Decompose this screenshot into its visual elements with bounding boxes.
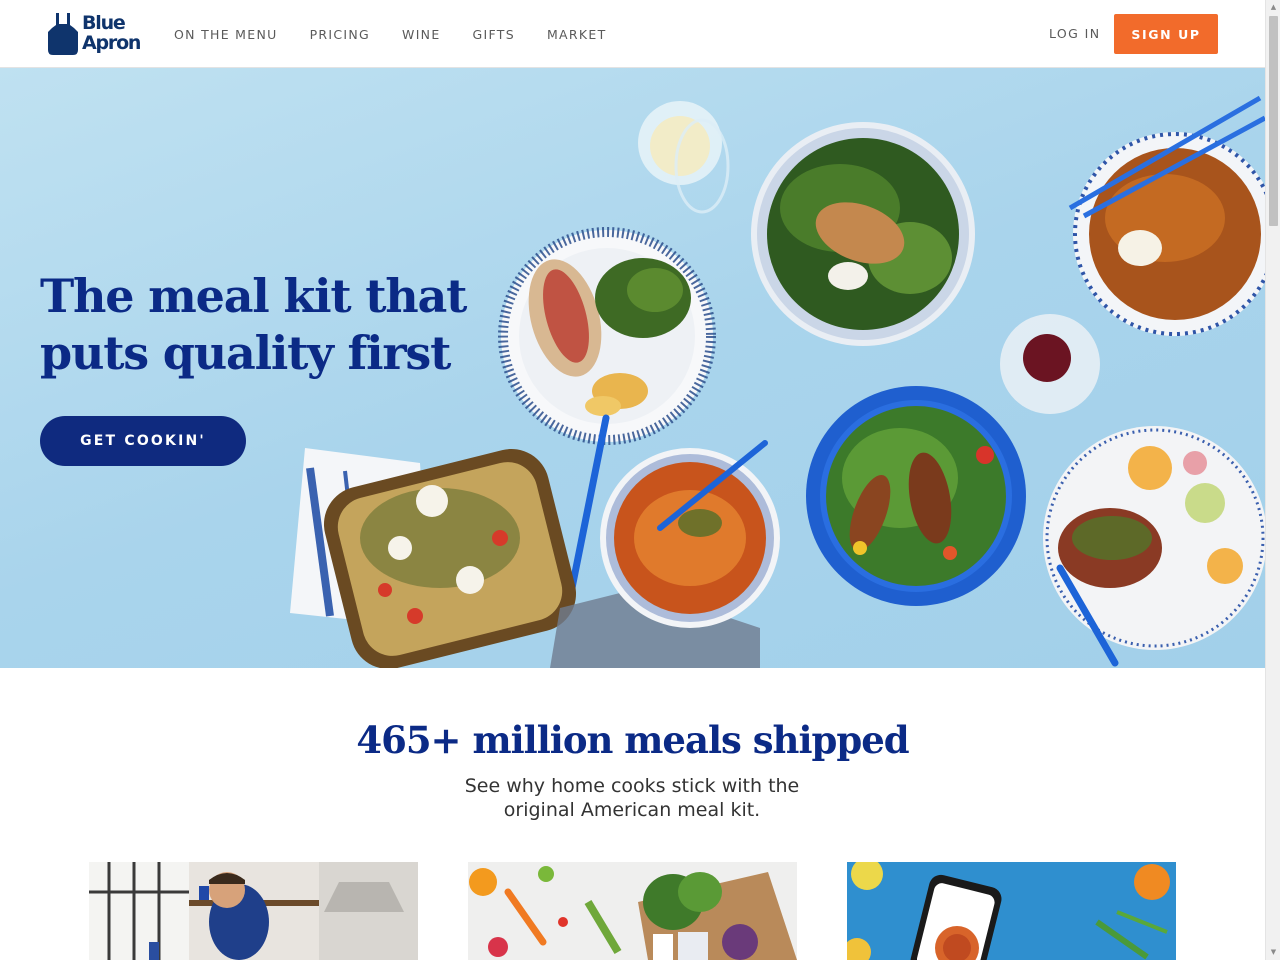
hero-section: The meal kit that puts quality first GET… (0, 68, 1265, 668)
blue-apron-logo[interactable]: Blue Apron (47, 12, 143, 56)
login-link[interactable]: LOG IN (1049, 26, 1100, 41)
nav-wine[interactable]: WINE (402, 27, 441, 42)
scrollbar-thumb[interactable] (1269, 16, 1278, 226)
hero-title: The meal kit that puts quality first (40, 269, 467, 380)
scroll-up-arrow-icon[interactable]: ▲ (1266, 0, 1280, 15)
feature-card-chef[interactable] (89, 862, 418, 960)
meals-shipped-subtitle: See why home cooks stick with the origin… (464, 775, 800, 821)
logo-text-line1: Blue (82, 12, 126, 34)
site-header: Blue Apron ON THE MENU PRICING WINE GIFT… (0, 0, 1265, 68)
apron-icon (48, 13, 78, 55)
main-nav: ON THE MENU PRICING WINE GIFTS MARKET (174, 0, 639, 68)
nav-pricing[interactable]: PRICING (310, 27, 370, 42)
nav-market[interactable]: MARKET (547, 27, 607, 42)
page-scrollbar[interactable]: ▲ ▼ (1265, 0, 1280, 960)
get-cookin-button[interactable]: GET COOKIN' (40, 416, 246, 466)
fresh-ingredients-photo (468, 862, 797, 960)
nav-gifts[interactable]: GIFTS (473, 27, 515, 42)
scroll-down-arrow-icon[interactable]: ▼ (1266, 945, 1280, 960)
phone-app-photo (847, 862, 1176, 960)
nav-on-the-menu[interactable]: ON THE MENU (174, 27, 278, 42)
feature-card-ingredients[interactable] (468, 862, 797, 960)
feature-card-app[interactable] (847, 862, 1176, 960)
meals-shipped-heading: 465+ million meals shipped (356, 718, 909, 762)
chef-cooking-photo (89, 862, 418, 960)
sign-up-button[interactable]: SIGN UP (1114, 14, 1218, 54)
logo-text-line2: Apron (82, 32, 141, 54)
